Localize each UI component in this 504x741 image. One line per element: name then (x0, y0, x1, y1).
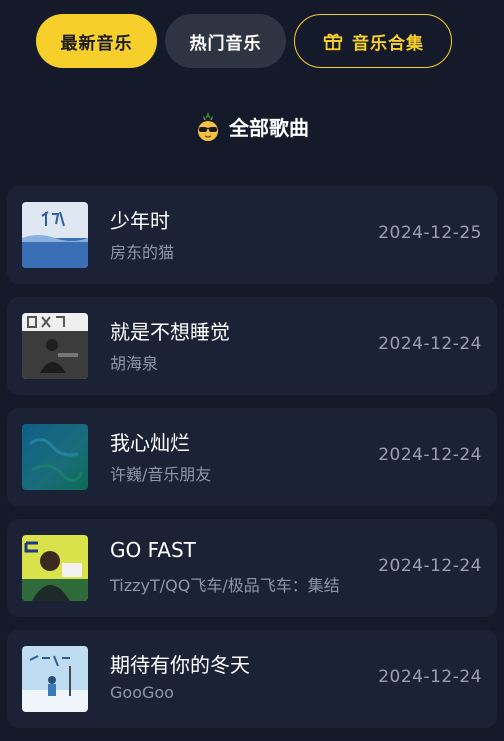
song-date: 2024-12-24 (378, 556, 482, 576)
song-list: 少年时 房东的猫 2024-12-25 就是不想睡觉 胡海泉 2024-12-2… (7, 186, 497, 741)
album-cover (22, 313, 88, 379)
album-cover (22, 535, 88, 601)
album-cover (22, 202, 88, 268)
song-artist: TizzyT/QQ飞车/极品飞车：集结 (110, 576, 340, 595)
song-artist: 许巍/音乐朋友 (110, 465, 212, 484)
sunglasses-pineapple-emoji-icon (198, 112, 218, 141)
tab-hot-music[interactable]: 热门音乐 (165, 14, 286, 68)
song-title: 我心灿烂 (110, 431, 190, 455)
song-title: 期待有你的冬天 (110, 653, 250, 677)
tab-music-collection[interactable]: 音乐合集 (294, 14, 452, 68)
album-cover (22, 424, 88, 490)
song-row[interactable]: 少年时 房东的猫 2024-12-25 (7, 186, 497, 284)
tab-label: 最新音乐 (60, 33, 133, 54)
song-artist: 胡海泉 (110, 354, 159, 373)
song-date: 2024-12-24 (378, 667, 482, 687)
album-cover (22, 646, 88, 712)
song-row[interactable]: GO FAST TizzyT/QQ飞车/极品飞车：集结 2024-12-24 (7, 519, 497, 617)
song-row[interactable]: 就是不想睡觉 胡海泉 2024-12-24 (7, 297, 497, 395)
song-row[interactable]: 期待有你的冬天 GooGoo 2024-12-24 (7, 630, 497, 728)
song-artist: GooGoo (110, 683, 174, 702)
song-title: GO FAST (110, 538, 196, 562)
song-title: 少年时 (110, 209, 170, 233)
tab-label: 音乐合集 (352, 33, 424, 54)
song-date: 2024-12-24 (378, 445, 482, 465)
section-title: 全部歌曲 (229, 115, 309, 140)
section-header: 全部歌曲 (0, 110, 504, 142)
tab-bar: 最新音乐 热门音乐 音乐合集 (36, 14, 452, 68)
song-title: 就是不想睡觉 (110, 320, 230, 344)
gift-icon (323, 33, 343, 51)
tab-latest-music[interactable]: 最新音乐 (36, 14, 157, 68)
tab-label: 热门音乐 (189, 33, 262, 54)
song-artist: 房东的猫 (110, 243, 175, 262)
song-row[interactable]: 我心灿烂 许巍/音乐朋友 2024-12-24 (7, 408, 497, 506)
song-date: 2024-12-25 (378, 223, 482, 243)
song-date: 2024-12-24 (378, 334, 482, 354)
